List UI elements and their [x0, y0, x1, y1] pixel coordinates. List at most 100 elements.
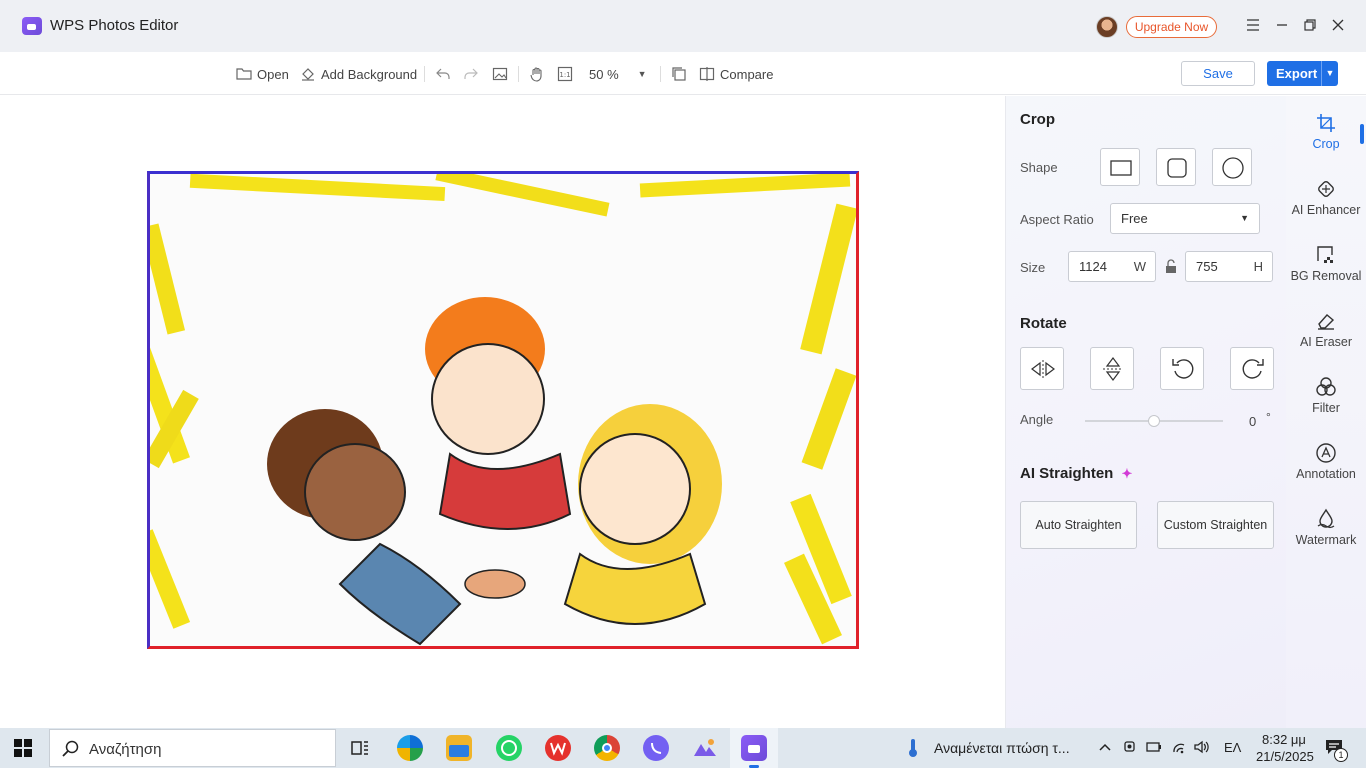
- language-indicator[interactable]: ΕΛ: [1224, 740, 1241, 755]
- notification-count-badge: 1: [1334, 748, 1348, 762]
- minimize-icon[interactable]: [1272, 16, 1292, 36]
- undo-icon: [436, 68, 450, 79]
- weather-thermometer-icon[interactable]: [906, 738, 920, 761]
- add-background-label: Add Background: [321, 66, 418, 82]
- shape-rectangle-button[interactable]: [1100, 148, 1140, 186]
- edge-browser-icon[interactable]: [397, 735, 423, 761]
- add-background-button[interactable]: Add Background: [300, 64, 417, 84]
- redo-button[interactable]: [463, 64, 479, 84]
- weather-text[interactable]: Αναμένεται πτώση τ...: [934, 740, 1070, 756]
- actual-size-button[interactable]: 1:1: [557, 64, 573, 84]
- search-placeholder: Αναζήτηση: [89, 741, 162, 758]
- rail-item-ai-enhancer[interactable]: AI Enhancer: [1286, 178, 1366, 217]
- compare-button[interactable]: Compare: [699, 64, 773, 84]
- rotate-left-button[interactable]: [1160, 347, 1204, 390]
- rail-item-annotation[interactable]: Annotation: [1286, 442, 1366, 481]
- watermark-icon: [1317, 508, 1335, 529]
- tool-rail: Crop AI Enhancer BG Removal AI Eraser Fi…: [1286, 96, 1366, 728]
- fill-bucket-icon: [302, 68, 314, 81]
- rail-item-filter[interactable]: Filter: [1286, 376, 1366, 415]
- battery-icon[interactable]: [1145, 739, 1163, 758]
- aspect-ratio-value: Free: [1121, 211, 1148, 226]
- angle-slider-thumb[interactable]: [1148, 415, 1160, 427]
- rail-item-watermark[interactable]: Watermark: [1286, 508, 1366, 547]
- hand-icon: [530, 67, 542, 82]
- rotate-left-icon: [1172, 359, 1194, 379]
- open-button[interactable]: Open: [236, 64, 289, 84]
- copy-icon: [672, 67, 686, 81]
- menu-icon[interactable]: [1243, 16, 1263, 36]
- aspect-ratio-select[interactable]: Free ▼: [1110, 203, 1260, 234]
- kids-illustration: [267, 297, 722, 646]
- width-input[interactable]: 1124 W: [1068, 251, 1156, 282]
- copy-button[interactable]: [671, 64, 687, 84]
- filter-icon: [1316, 377, 1336, 396]
- rotate-right-button[interactable]: [1230, 347, 1274, 390]
- webcam-icon[interactable]: [1122, 739, 1138, 758]
- rounded-rectangle-icon: [1167, 158, 1187, 178]
- toolbar-divider: [660, 66, 661, 82]
- chevron-up-icon[interactable]: [1098, 740, 1112, 757]
- flip-horizontal-button[interactable]: [1020, 347, 1064, 390]
- toolbar-divider: [518, 66, 519, 82]
- height-unit: H: [1253, 259, 1263, 274]
- hand-tool-button[interactable]: [529, 64, 545, 84]
- flip-vertical-button[interactable]: [1090, 347, 1134, 390]
- auto-straighten-button[interactable]: Auto Straighten: [1020, 501, 1137, 549]
- clock-time[interactable]: 8:32 μμ: [1262, 732, 1306, 747]
- rail-item-bg-removal[interactable]: BG Removal: [1286, 244, 1366, 283]
- chrome-icon[interactable]: [594, 735, 620, 761]
- rail-label: Filter: [1312, 401, 1340, 415]
- clock-date[interactable]: 21/5/2025: [1256, 749, 1314, 764]
- svg-text:1:1: 1:1: [559, 71, 570, 79]
- rail-item-crop[interactable]: Crop: [1286, 112, 1366, 151]
- export-button[interactable]: Export ▼: [1267, 61, 1338, 86]
- photo-illustration: [150, 174, 856, 646]
- upgrade-now-button[interactable]: Upgrade Now: [1126, 16, 1217, 38]
- shape-circle-button[interactable]: [1212, 148, 1252, 186]
- photos-app-icon[interactable]: [692, 735, 718, 761]
- viber-icon[interactable]: [643, 735, 669, 761]
- rail-label: Watermark: [1295, 533, 1357, 547]
- title-bar: WPS Photos Editor Upgrade Now: [0, 0, 1366, 52]
- photo-preview[interactable]: [147, 171, 859, 649]
- custom-straighten-button[interactable]: Custom Straighten: [1157, 501, 1274, 549]
- toolbar-divider: [424, 66, 425, 82]
- rail-label: AI Eraser: [1299, 335, 1353, 349]
- zoom-value: 50 %: [589, 66, 619, 82]
- task-view-icon[interactable]: [347, 735, 373, 761]
- shape-label: Shape: [1020, 160, 1058, 175]
- image-button[interactable]: [492, 64, 508, 84]
- rail-label: Crop: [1312, 137, 1340, 151]
- undo-button[interactable]: [435, 64, 451, 84]
- wps-office-icon[interactable]: [545, 735, 571, 761]
- file-explorer-icon[interactable]: [446, 735, 472, 761]
- aspect-ratio-label: Aspect Ratio: [1020, 212, 1094, 227]
- windows-start-icon[interactable]: [14, 739, 32, 757]
- chevron-down-icon[interactable]: ▼: [1321, 61, 1338, 86]
- wps-photos-taskbar-icon[interactable]: [741, 735, 767, 761]
- crop-section-title: Crop: [1020, 111, 1055, 128]
- windows-taskbar: Αναζήτηση Αναμένεται πτώση τ... ΕΛ 8:32 …: [0, 728, 1366, 768]
- eraser-icon: [1318, 314, 1335, 330]
- unlock-icon[interactable]: [1164, 258, 1178, 274]
- avatar[interactable]: [1096, 16, 1118, 38]
- open-label: Open: [257, 66, 289, 82]
- whatsapp-icon[interactable]: [496, 735, 522, 761]
- shape-rounded-button[interactable]: [1156, 148, 1196, 186]
- taskbar-search-input[interactable]: Αναζήτηση: [49, 729, 336, 767]
- save-button[interactable]: Save: [1181, 61, 1255, 86]
- restore-icon[interactable]: [1300, 16, 1320, 36]
- canvas[interactable]: [0, 96, 1005, 728]
- size-label: Size: [1020, 260, 1046, 275]
- compare-label: Compare: [720, 66, 774, 82]
- wifi-icon[interactable]: [1170, 739, 1188, 758]
- chevron-down-icon: ▼: [637, 69, 647, 79]
- rail-item-ai-eraser[interactable]: AI Eraser: [1286, 310, 1366, 349]
- crop-panel: Crop Shape Aspect Ratio Free ▼ Size 1124…: [1005, 96, 1286, 728]
- rectangle-icon: [1110, 160, 1132, 176]
- volume-icon[interactable]: [1193, 739, 1211, 758]
- close-icon[interactable]: [1328, 16, 1348, 36]
- height-input[interactable]: 755 H: [1185, 251, 1273, 282]
- zoom-select[interactable]: 50 % ▼: [589, 64, 647, 84]
